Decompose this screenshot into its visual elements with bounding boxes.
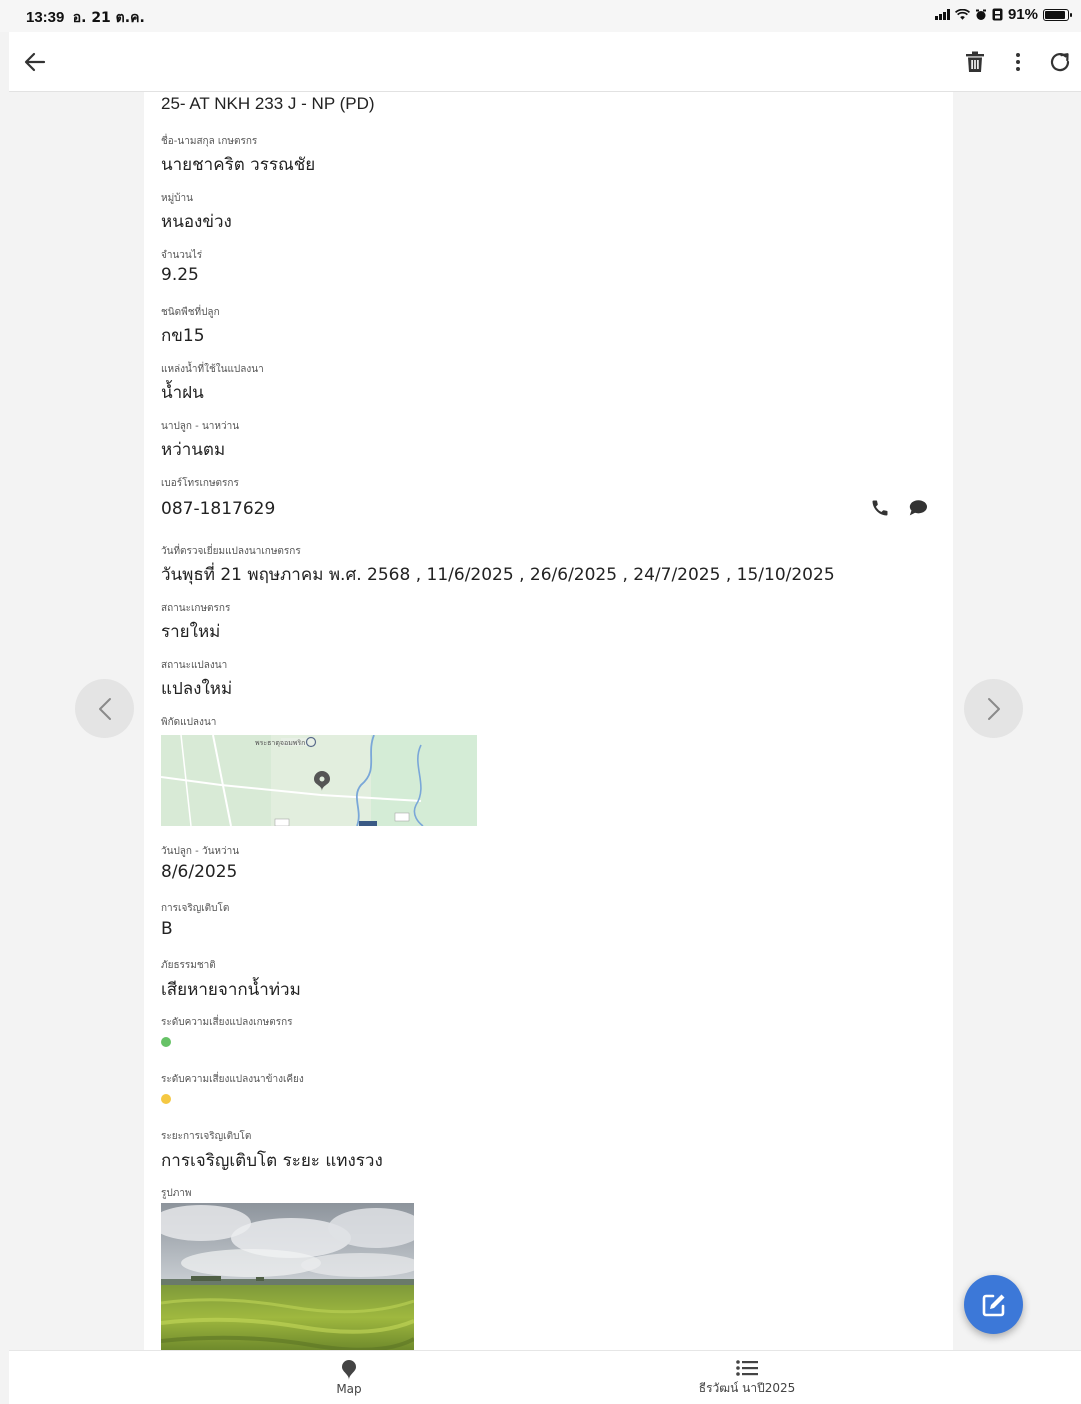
planting-method-label: นาปลูก - นาหว่าน xyxy=(161,421,240,432)
map-pin-icon xyxy=(342,1360,356,1380)
disaster-value: เสียหายจากน้ำท่วม xyxy=(161,980,301,1000)
back-button[interactable] xyxy=(19,46,51,78)
delete-button[interactable] xyxy=(959,46,991,78)
plot-location-label: พิกัดแปลงนา xyxy=(161,717,217,728)
neighbor-plot-risk-label: ระดับความเสี่ยงแปลงนาข้างเคียง xyxy=(161,1074,304,1085)
growth-value: B xyxy=(161,919,173,939)
refresh-icon xyxy=(1050,53,1070,72)
plot-photo-graphic xyxy=(161,1203,414,1350)
farmer-status-value: รายใหม่ xyxy=(161,622,221,642)
phone-label: เบอร์โทรเกษตรกร xyxy=(161,478,239,489)
chevron-left-icon xyxy=(98,697,111,720)
farmer-name-value: นายชาคริต วรรณชัย xyxy=(161,155,316,175)
planting-method-value: หว่านตม xyxy=(161,440,226,460)
tab-records-label: ธีรวัฒน์ นาปี2025 xyxy=(698,1380,796,1395)
battery-icon xyxy=(1043,8,1072,21)
rai-label: จำนวนไร่ xyxy=(161,250,203,261)
status-bar: 13:39 อ. 21 ต.ค. 91% xyxy=(0,0,1081,32)
status-indicators: 91% xyxy=(934,6,1072,23)
village-label: หมู่บ้าน xyxy=(161,193,193,204)
growth-stage-value: การเจริญเติบโต ระยะ แทงรวง xyxy=(161,1151,383,1171)
plot-map-thumbnail[interactable]: พระธาตุจอมพริก xyxy=(161,735,477,826)
list-icon xyxy=(736,1359,758,1376)
next-record-button[interactable] xyxy=(964,679,1023,738)
refresh-button[interactable] xyxy=(1044,46,1076,78)
alarm-icon xyxy=(975,9,986,20)
bottom-navigation: Map ธีรวัฒน์ นาปี2025 xyxy=(9,1350,1081,1404)
village-value: หนองข่วง xyxy=(161,212,232,232)
phone-icon xyxy=(872,500,888,516)
plot-photo[interactable] xyxy=(161,1203,414,1350)
farmer-name-label: ชื่อ-นามสกุล เกษตรกร xyxy=(161,136,258,147)
neighbor-plot-risk-indicator xyxy=(161,1094,171,1104)
rotation-lock-icon xyxy=(992,8,1003,21)
farmer-plot-risk-indicator xyxy=(161,1037,171,1047)
map-graphic xyxy=(161,735,477,826)
edit-icon xyxy=(982,1294,1004,1316)
trash-icon xyxy=(966,51,984,72)
chat-bubble-icon xyxy=(909,500,927,516)
growth-stage-label: ระยะการเจริญเติบโต xyxy=(161,1131,252,1142)
map-place-label: พระธาตุจอมพริก xyxy=(255,739,306,747)
signal-icon xyxy=(934,9,950,20)
farmer-plot-risk-label: ระดับความเสี่ยงแปลงเกษตรกร xyxy=(161,1017,293,1028)
growth-label: การเจริญเติบโต xyxy=(161,903,230,914)
water-source-value: น้ำฝน xyxy=(161,383,204,403)
farmer-status-label: สถานะเกษตรกร xyxy=(161,603,231,614)
phone-value: 087-1817629 xyxy=(161,499,276,519)
record-title: 25- AT NKH 233 J - NP (PD) xyxy=(161,94,375,113)
app-bar xyxy=(9,32,1081,92)
tab-map-label: Map xyxy=(336,1382,362,1396)
status-time: 13:39 อ. 21 ต.ค. xyxy=(26,9,145,26)
record-detail: 25- AT NKH 233 J - NP (PD) ชื่อ-นามสกุล … xyxy=(144,92,953,1350)
more-button[interactable] xyxy=(1002,46,1034,78)
more-vertical-icon xyxy=(1016,53,1020,71)
planting-date-value: 8/6/2025 xyxy=(161,862,238,882)
edit-button[interactable] xyxy=(964,1275,1023,1334)
visit-dates-label: วันที่ตรวจเยี่ยมแปลงนาเกษตรกร xyxy=(161,546,301,557)
battery-percent: 91% xyxy=(1007,6,1038,23)
previous-record-button[interactable] xyxy=(75,679,134,738)
plot-status-label: สถานะแปลงนา xyxy=(161,660,228,671)
crop-value: กข15 xyxy=(161,326,205,346)
rai-value: 9.25 xyxy=(161,265,199,285)
visit-dates-value: วันพุธที่ 21 พฤษภาคม พ.ศ. 2568 , 11/6/20… xyxy=(161,565,835,585)
message-button[interactable] xyxy=(906,496,930,520)
planting-date-label: วันปลูก - วันหว่าน xyxy=(161,846,240,857)
call-button[interactable] xyxy=(868,496,892,520)
photo-label: รูปภาพ xyxy=(161,1188,192,1199)
plot-status-value: แปลงใหม่ xyxy=(161,679,233,699)
disaster-label: ภัยธรรมชาติ xyxy=(161,960,216,971)
crop-label: ชนิดพืชที่ปลูก xyxy=(161,307,220,318)
arrow-left-icon xyxy=(24,52,46,72)
chevron-right-icon xyxy=(987,697,1000,720)
tab-records[interactable]: ธีรวัฒน์ นาปี2025 xyxy=(657,1351,837,1404)
water-source-label: แหล่งน้ำที่ใช้ในแปลงนา xyxy=(161,364,264,375)
wifi-icon xyxy=(954,8,970,20)
tab-map[interactable]: Map xyxy=(299,1351,399,1404)
